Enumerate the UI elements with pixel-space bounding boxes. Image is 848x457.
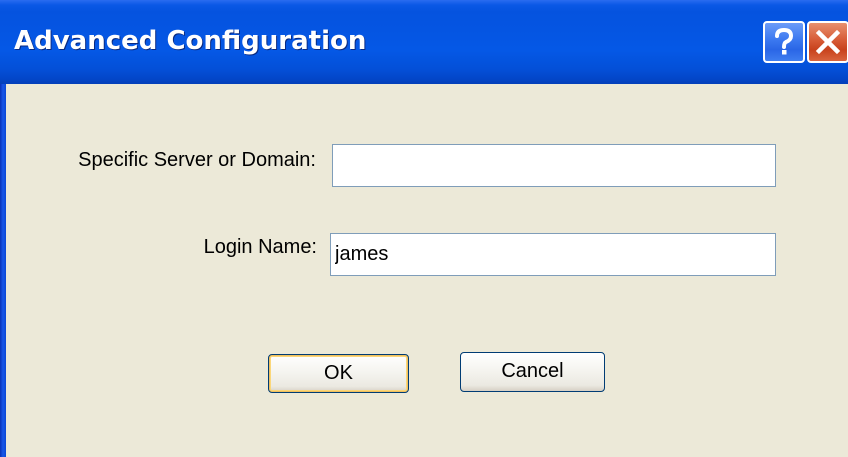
login-name-input[interactable] bbox=[330, 233, 776, 276]
title-bar[interactable]: Advanced Configuration bbox=[0, 0, 848, 84]
close-icon bbox=[815, 29, 841, 55]
close-button[interactable] bbox=[807, 21, 848, 63]
window-frame-left bbox=[0, 84, 6, 457]
cancel-button[interactable]: Cancel bbox=[460, 352, 605, 392]
window-title: Advanced Configuration bbox=[14, 26, 367, 56]
question-mark-icon bbox=[775, 27, 794, 55]
server-domain-input[interactable] bbox=[332, 144, 776, 187]
server-domain-label: Specific Server or Domain: bbox=[78, 149, 316, 171]
ok-button[interactable]: OK bbox=[268, 354, 409, 393]
advanced-configuration-dialog: Advanced Configuration Specific Server o… bbox=[0, 0, 848, 457]
help-button[interactable] bbox=[763, 21, 805, 63]
login-name-label: Login Name: bbox=[203, 236, 317, 258]
